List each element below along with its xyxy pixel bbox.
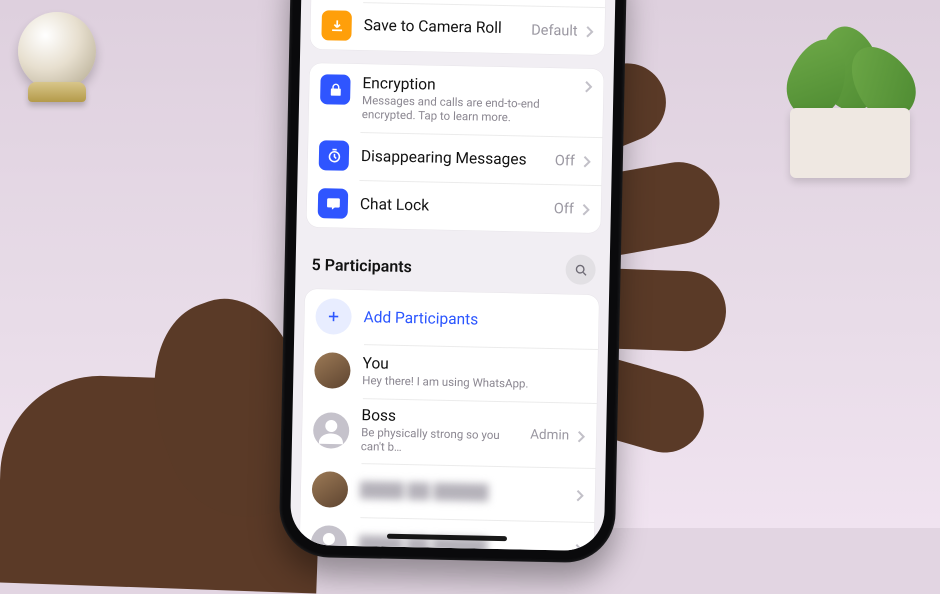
decorative-orb (18, 12, 96, 90)
search-participants-button[interactable] (565, 255, 596, 286)
row-label: Save to Camera Roll (363, 17, 519, 38)
search-icon (573, 262, 588, 277)
row-label: Chat Lock (360, 196, 542, 218)
participants-header: 5 Participants (305, 241, 600, 295)
participant-row[interactable]: ████ ██ █████ (299, 516, 594, 552)
participant-row[interactable]: Boss Be physically strong so you can't b… (302, 397, 597, 468)
chevron-right-icon (576, 488, 584, 500)
avatar (310, 525, 347, 551)
row-value: Off (555, 152, 575, 169)
participants-list: Add Participants You Hey there! I am usi… (299, 289, 599, 551)
row-label: Disappearing Messages (361, 148, 543, 170)
settings-group-appearance: Wallpaper & Sound Save to Camera Roll De… (310, 0, 606, 55)
row-chat-lock[interactable]: Chat Lock Off (306, 179, 601, 233)
add-participants-row[interactable]: Add Participants (304, 289, 599, 349)
chevron-right-icon (575, 542, 583, 551)
phone-frame: Wallpaper & Sound Save to Camera Roll De… (279, 0, 628, 563)
chat-lock-icon (318, 189, 349, 220)
participants-count: 5 Participants (311, 255, 412, 276)
save-icon (321, 10, 352, 41)
row-disappearing-messages[interactable]: Disappearing Messages Off (307, 131, 602, 185)
timer-icon (319, 141, 350, 172)
chevron-right-icon (585, 25, 593, 37)
chevron-right-icon (582, 203, 590, 215)
row-value: Off (554, 200, 574, 217)
row-encryption[interactable]: Encryption Messages and calls are end-to… (308, 63, 603, 138)
chevron-right-icon (577, 429, 585, 441)
plus-icon (315, 299, 352, 336)
avatar (314, 353, 351, 390)
participant-row[interactable]: ████ ██ █████ (300, 462, 595, 522)
row-value: Default (531, 21, 578, 39)
settings-group-privacy: Encryption Messages and calls are end-to… (306, 63, 603, 234)
add-participants-label: Add Participants (363, 309, 478, 329)
avatar (313, 412, 350, 449)
lock-icon (320, 74, 351, 105)
participant-status: Be physically strong so you can't b… (361, 426, 519, 457)
phone-screen: Wallpaper & Sound Save to Camera Roll De… (290, 0, 616, 551)
row-subtitle: Messages and calls are end-to-end encryp… (362, 94, 573, 126)
participant-row[interactable]: You Hey there! I am using WhatsApp. (303, 343, 598, 403)
participant-name-redacted: ████ ██ █████ (360, 481, 564, 503)
chevron-right-icon (584, 80, 592, 92)
chevron-right-icon (583, 155, 591, 167)
decorative-plant (750, 8, 940, 188)
participant-role: Admin (530, 426, 569, 443)
decorative-orb-base (28, 82, 86, 102)
row-save-to-camera-roll[interactable]: Save to Camera Roll Default (310, 1, 605, 55)
avatar (312, 471, 349, 508)
